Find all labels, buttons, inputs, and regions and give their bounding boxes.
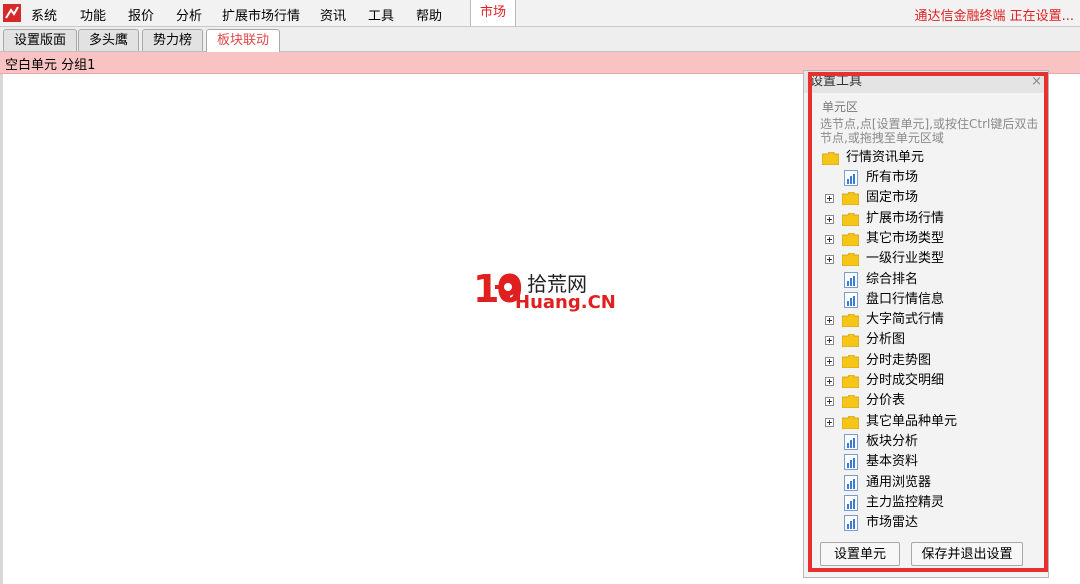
folder-icon (842, 314, 859, 328)
tree-item-label: 盘口行情信息 (866, 291, 945, 307)
chart-doc-icon (844, 271, 858, 288)
menu-info[interactable]: 资讯 (320, 5, 346, 24)
tree-item[interactable]: 一级行业类型 (820, 249, 1040, 269)
expand-plus-icon[interactable] (825, 377, 834, 386)
tree-item-label: 分价表 (866, 393, 906, 409)
chart-doc-icon (844, 515, 858, 532)
tree-item-label: 板块分析 (866, 433, 919, 449)
tree-item-label: 固定市场 (866, 190, 919, 206)
tree-item[interactable]: 其它市场类型 (820, 229, 1040, 249)
tree-item[interactable]: 分价表 (820, 391, 1040, 411)
market-tab[interactable]: 市场 (470, 0, 516, 26)
folder-icon (842, 395, 859, 409)
menu-help[interactable]: 帮助 (416, 5, 442, 24)
status-text: 通达信金融终端 正在设置... (914, 9, 1074, 24)
tree-item-label: 主力监控精灵 (866, 494, 945, 510)
layout-tab-bar: 设置版面 多头鹰 势力榜 板块联动 (0, 27, 1080, 52)
tree-item-label: 综合排名 (866, 271, 919, 287)
set-unit-button[interactable]: 设置单元 (820, 542, 900, 566)
app-logo-icon (3, 4, 21, 22)
expand-plus-icon[interactable] (825, 214, 834, 224)
left-edge (0, 74, 3, 584)
folder-icon (842, 375, 859, 388)
tree-item-label: 市场雷达 (866, 515, 919, 531)
folder-icon (842, 232, 859, 246)
expand-plus-icon[interactable] (825, 234, 834, 244)
tree-item[interactable]: 综合排名 (820, 270, 1040, 290)
tree-item[interactable]: 通用浏览器 (820, 473, 1040, 493)
expand-plus-icon[interactable] (825, 336, 834, 346)
chart-doc-icon (844, 291, 858, 308)
expand-plus-icon[interactable] (825, 397, 834, 407)
tree-item-label: 大字简式行情 (866, 312, 945, 328)
chart-doc-icon (844, 494, 858, 511)
expand-plus-icon[interactable] (825, 194, 834, 204)
panel-hint: 选节点,点[设置单元],或按住Ctrl键后双击节点,或拖拽至单元区域 (820, 117, 1039, 145)
tree-item[interactable]: 市场雷达 (820, 513, 1040, 533)
save-exit-button[interactable]: 保存并退出设置 (911, 542, 1023, 566)
tree-item[interactable]: 分析图 (820, 330, 1040, 350)
chart-doc-icon (844, 474, 858, 491)
folder-icon (842, 192, 859, 206)
tree-item-label: 通用浏览器 (866, 474, 932, 490)
tree-item[interactable]: 主力监控精灵 (820, 493, 1040, 513)
folder-icon (842, 253, 859, 267)
expand-plus-icon[interactable] (825, 255, 834, 265)
chart-doc-icon (844, 433, 858, 450)
tree-item[interactable]: 所有市场 (820, 168, 1040, 188)
folder-icon (842, 212, 859, 226)
expand-plus-icon[interactable] (825, 316, 834, 326)
tree-item-label: 其它市场类型 (866, 230, 945, 246)
expand-plus-icon[interactable] (825, 356, 834, 366)
unit-area-legend: 单元区 (820, 98, 861, 115)
tree-item-label: 一级行业类型 (866, 251, 945, 267)
tree-item-label: 分析图 (866, 332, 906, 348)
watermark-en: Huang.CN (515, 292, 616, 313)
tree-root[interactable]: 行情资讯单元 (820, 148, 1040, 168)
folder-icon (822, 152, 839, 165)
tree-item-label: 基本资料 (866, 454, 919, 470)
panel-title: 设置工具 (804, 71, 1048, 93)
folder-icon (842, 334, 859, 348)
tree-item[interactable]: 大字简式行情 (820, 310, 1040, 330)
tree-item[interactable]: 其它单品种单元 (820, 412, 1040, 432)
tree-item[interactable]: 基本资料 (820, 452, 1040, 472)
tree-root-label: 行情资讯单元 (846, 150, 925, 165)
menu-system[interactable]: 系统 (31, 5, 57, 24)
close-icon[interactable]: × (1031, 74, 1042, 89)
tab-power-rank[interactable]: 势力榜 (142, 29, 204, 51)
tree-item-label: 扩展市场行情 (866, 210, 945, 226)
menu-quote[interactable]: 报价 (128, 5, 154, 24)
menu-bar: 系统 功能 报价 分析 扩展市场行情 资讯 工具 帮助 市场 通达信金融终端 正… (0, 0, 1080, 27)
watermark-logo: 10 拾荒网 Huang.CN (473, 268, 616, 316)
expand-plus-icon[interactable] (825, 417, 834, 427)
tree-item[interactable]: 分时走势图 (820, 351, 1040, 371)
chart-doc-icon (844, 454, 858, 471)
tree-item-label: 分时成交明细 (866, 373, 945, 388)
tab-sector-linkage[interactable]: 板块联动 (206, 29, 281, 52)
folder-icon (842, 415, 859, 429)
tree-item[interactable]: 固定市场 (820, 188, 1040, 208)
tree-item[interactable]: 盘口行情信息 (820, 290, 1040, 310)
tree-item-label: 分时走势图 (866, 352, 932, 368)
tree-item[interactable]: 分时成交明细 (820, 371, 1040, 391)
unit-group-label: 空白单元 分组1 (5, 58, 96, 73)
menu-tools[interactable]: 工具 (368, 5, 394, 24)
tree-item[interactable]: 板块分析 (820, 432, 1040, 452)
folder-icon (842, 354, 859, 368)
tab-layout-settings[interactable]: 设置版面 (3, 29, 78, 51)
tree-item[interactable]: 扩展市场行情 (820, 209, 1040, 229)
menu-extended-market[interactable]: 扩展市场行情 (222, 5, 300, 24)
menu-analysis[interactable]: 分析 (176, 5, 202, 24)
tree-item-label: 所有市场 (866, 170, 919, 185)
tree-item-label: 其它单品种单元 (866, 413, 958, 429)
menu-function[interactable]: 功能 (80, 5, 106, 24)
tab-bull-eagle[interactable]: 多头鹰 (78, 29, 140, 51)
chart-doc-icon (844, 170, 858, 186)
